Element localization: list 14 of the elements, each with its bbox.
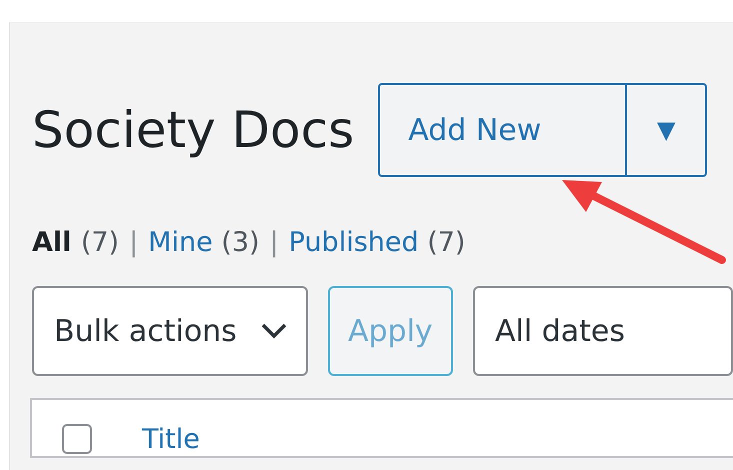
page-title: Society Docs bbox=[32, 101, 354, 159]
filter-link[interactable]: Published (7) bbox=[288, 227, 466, 258]
select-all-checkbox[interactable] bbox=[62, 424, 92, 454]
dropdown-button[interactable]: ▼ bbox=[625, 85, 706, 175]
separator: | bbox=[129, 227, 138, 258]
add-new-button[interactable]: Add New bbox=[380, 85, 626, 175]
filter-link[interactable]: Mine (3) bbox=[148, 227, 260, 258]
filter-link[interactable]: All (7) bbox=[32, 227, 120, 258]
bulk-actions-select[interactable]: Bulk actions bbox=[32, 286, 308, 376]
date-filter-select[interactable]: All dates bbox=[473, 286, 733, 376]
select-label: Bulk actions bbox=[54, 314, 237, 348]
column-header[interactable]: Title bbox=[142, 424, 200, 454]
separator: | bbox=[270, 227, 279, 258]
chevron-down-icon bbox=[260, 322, 288, 340]
